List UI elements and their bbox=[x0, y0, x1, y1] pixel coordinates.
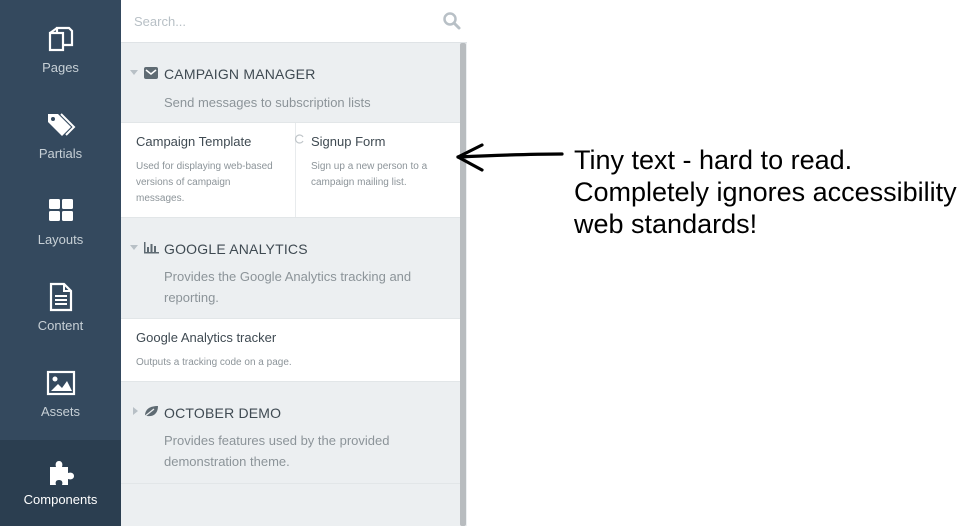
nav-label-assets: Assets bbox=[40, 404, 80, 419]
caret-down-icon[interactable] bbox=[130, 245, 138, 250]
group-description: Send messages to subscription lists bbox=[164, 95, 371, 110]
component-name: Google Analytics tracker bbox=[136, 330, 277, 345]
refresh-icon bbox=[295, 134, 304, 144]
nav-label-layouts: Layouts bbox=[37, 232, 84, 247]
description-line: versions of campaign bbox=[136, 177, 231, 188]
group-title: OCTOBER DEMO bbox=[164, 405, 282, 421]
caret-down-icon[interactable] bbox=[130, 70, 138, 75]
component-description: Sign up a new person to a campaign maili… bbox=[311, 159, 427, 191]
side-navigation: Pages Partials Layouts Content Assets Co… bbox=[0, 0, 121, 526]
component-description: Used for displaying web-based versions o… bbox=[136, 159, 273, 207]
nav-label-partials: Partials bbox=[38, 146, 83, 161]
description-line: Provides the Google Analytics tracking a… bbox=[164, 269, 412, 284]
nav-item-pages[interactable]: Pages bbox=[0, 0, 121, 86]
group-october-demo[interactable]: OCTOBER DEMO Provides features used by t… bbox=[121, 382, 460, 484]
description-line: messages. bbox=[136, 193, 185, 204]
description-line: campaign mailing list. bbox=[311, 177, 407, 188]
bar-chart-icon bbox=[144, 242, 159, 254]
annotation-line: web standards! bbox=[574, 209, 758, 239]
component-row: Google Analytics tracker Outputs a track… bbox=[121, 318, 460, 382]
description-line: Outputs a tracking code on a page. bbox=[136, 357, 292, 368]
nav-label-pages: Pages bbox=[42, 60, 79, 75]
components-panel: CAMPAIGN MANAGER Send messages to subscr… bbox=[121, 0, 467, 526]
leaf-icon bbox=[143, 406, 158, 418]
component-google-analytics-tracker[interactable]: Google Analytics tracker Outputs a track… bbox=[121, 319, 460, 381]
nav-item-partials[interactable]: Partials bbox=[0, 86, 121, 172]
caret-right-icon[interactable] bbox=[133, 407, 138, 415]
description-line: reporting. bbox=[164, 290, 219, 305]
description-line: Sign up a new person to a bbox=[311, 161, 428, 172]
component-row: Campaign Template Used for displaying we… bbox=[121, 122, 460, 218]
nav-item-content[interactable]: Content bbox=[0, 258, 121, 344]
grid-icon bbox=[49, 199, 73, 221]
nav-item-assets[interactable]: Assets bbox=[0, 344, 121, 430]
search-input[interactable] bbox=[134, 12, 414, 30]
nav-label-components: Components bbox=[23, 492, 98, 507]
group-description: Provides the Google Analytics tracking a… bbox=[164, 266, 434, 308]
group-title: GOOGLE ANALYTICS bbox=[164, 241, 308, 257]
description-line: Used for displaying web-based bbox=[136, 161, 273, 172]
annotation-text: Tiny text - hard to read. Completely ign… bbox=[574, 144, 974, 240]
scrollbar[interactable] bbox=[460, 43, 466, 526]
annotation-arrow bbox=[456, 143, 564, 172]
nav-label-content: Content bbox=[37, 318, 84, 333]
tag-icon bbox=[48, 113, 76, 136]
group-description: Provides features used by the provided d… bbox=[164, 430, 434, 472]
component-name: Signup Form bbox=[311, 134, 386, 149]
annotation-line: Tiny text - hard to read. bbox=[574, 145, 853, 175]
description-line: demonstration theme. bbox=[164, 454, 290, 469]
annotation-line: Completely ignores accessibility bbox=[574, 177, 957, 207]
search-icon[interactable] bbox=[442, 11, 462, 31]
component-description: Outputs a tracking code on a page. bbox=[136, 355, 292, 371]
group-title: CAMPAIGN MANAGER bbox=[164, 66, 316, 82]
group-google-analytics[interactable]: GOOGLE ANALYTICS Provides the Google Ana… bbox=[121, 218, 460, 318]
nav-item-components[interactable]: Components bbox=[0, 440, 121, 526]
image-icon bbox=[46, 370, 76, 396]
component-name: Campaign Template bbox=[136, 134, 252, 149]
component-signup-form[interactable]: Signup Form Sign up a new person to a ca… bbox=[295, 123, 460, 217]
component-campaign-template[interactable]: Campaign Template Used for displaying we… bbox=[121, 123, 295, 217]
nav-item-layouts[interactable]: Layouts bbox=[0, 172, 121, 258]
envelope-icon bbox=[144, 67, 158, 79]
pages-icon bbox=[48, 26, 74, 52]
file-icon bbox=[49, 282, 73, 312]
group-campaign-manager[interactable]: CAMPAIGN MANAGER Send messages to subscr… bbox=[121, 43, 460, 122]
search-bar bbox=[121, 0, 467, 43]
description-line: Provides features used by the provided bbox=[164, 433, 390, 448]
puzzle-icon bbox=[50, 461, 74, 485]
